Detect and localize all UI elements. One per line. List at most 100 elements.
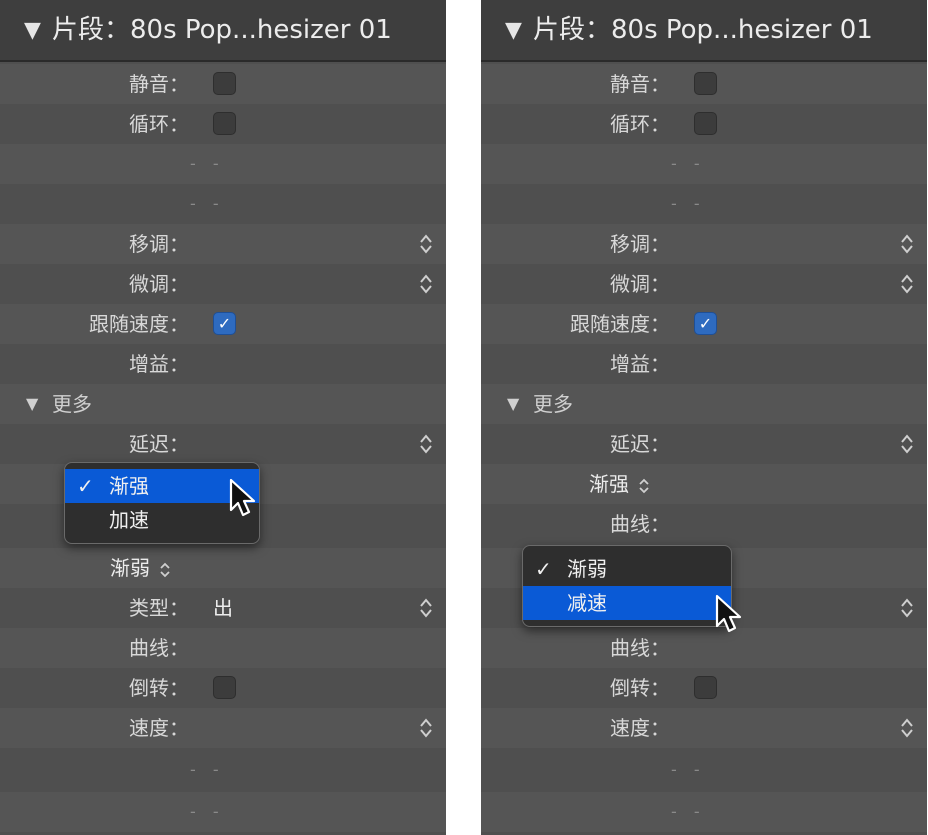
speed-label: 速度：: [610, 716, 670, 740]
menu-item-decelerate[interactable]: 减速: [523, 586, 731, 620]
fine-tune-stepper-icon[interactable]: [416, 272, 436, 296]
transpose-label: 移调：: [129, 232, 189, 256]
row-mute: 静音：: [0, 64, 446, 104]
type-stepper-icon[interactable]: [897, 596, 917, 620]
type-label: 类型：: [129, 596, 189, 620]
fade-in-popup-value: 渐强: [589, 472, 629, 496]
row-empty-2: - -: [0, 184, 446, 224]
row-delay: 延迟：: [0, 424, 446, 464]
row-reverse: 倒转：: [481, 668, 927, 708]
checkmark-icon: ✓: [535, 557, 552, 581]
mute-label: 静音：: [610, 72, 670, 96]
mute-checkbox[interactable]: [694, 72, 717, 95]
row-empty-1: - -: [481, 144, 927, 184]
row-loop: 循环：: [481, 104, 927, 144]
menu-item-label: 渐弱: [567, 557, 607, 581]
row-gain: 增益：: [0, 344, 446, 384]
disclosure-triangle-icon[interactable]: ▼: [24, 16, 41, 46]
transpose-stepper-icon[interactable]: [416, 232, 436, 256]
loop-checkbox[interactable]: [213, 112, 236, 135]
empty-value-dash: - -: [671, 154, 706, 173]
more-disclosure-icon[interactable]: ▼: [507, 384, 519, 424]
fade-in-popup[interactable]: 渐强: [589, 464, 651, 504]
empty-value-dash: - -: [671, 802, 706, 821]
fine-tune-label: 微调：: [610, 272, 670, 296]
region-header[interactable]: ▼ 片段：80s Pop...hesizer 01: [481, 0, 927, 62]
reverse-label: 倒转：: [129, 676, 189, 700]
reverse-checkbox[interactable]: [694, 676, 717, 699]
empty-value-dash: - -: [190, 802, 225, 821]
follow-tempo-checkbox[interactable]: ✓: [213, 312, 236, 335]
empty-value-dash: - -: [671, 760, 706, 779]
row-fade-in: 渐强: [481, 464, 927, 504]
delay-label: 延迟：: [129, 432, 189, 456]
row-fine-tune: 微调：: [0, 264, 446, 304]
inspector-panel-left: ▼ 片段：80s Pop...hesizer 01 静音： 循环： - - - …: [0, 0, 446, 835]
gain-label: 增益：: [129, 352, 189, 376]
row-empty-4: - -: [481, 792, 927, 832]
row-gain: 增益：: [481, 344, 927, 384]
row-empty-4: - -: [0, 792, 446, 832]
reverse-checkbox[interactable]: [213, 676, 236, 699]
reverse-label: 倒转：: [610, 676, 670, 700]
menu-item-fade-out[interactable]: ✓ 渐弱: [523, 552, 731, 586]
fade-out-popup[interactable]: 渐弱: [110, 548, 172, 588]
row-empty-2: - -: [481, 184, 927, 224]
empty-value-dash: - -: [190, 154, 225, 173]
mouse-pointer-icon: [715, 594, 742, 633]
empty-value-dash: - -: [190, 194, 225, 213]
type-value[interactable]: 出: [213, 588, 233, 628]
curve-label: 曲线：: [610, 636, 670, 660]
follow-tempo-label: 跟随速度：: [89, 312, 189, 336]
row-speed: 速度：: [0, 708, 446, 748]
transpose-stepper-icon[interactable]: [897, 232, 917, 256]
menu-item-label: 加速: [109, 508, 149, 532]
row-transpose: 移调：: [481, 224, 927, 264]
loop-label: 循环：: [129, 112, 189, 136]
fade-out-menu: ✓ 渐弱 减速: [522, 545, 732, 627]
transpose-label: 移调：: [610, 232, 670, 256]
more-disclosure-icon[interactable]: ▼: [26, 384, 38, 424]
row-speed: 速度：: [481, 708, 927, 748]
more-section-header[interactable]: ▼ 更多: [481, 384, 927, 424]
region-header[interactable]: ▼ 片段：80s Pop...hesizer 01: [0, 0, 446, 62]
more-section-label: 更多: [533, 392, 573, 416]
row-fade-in-curve: 曲线：: [481, 504, 927, 544]
fine-tune-stepper-icon[interactable]: [897, 272, 917, 296]
delay-label: 延迟：: [610, 432, 670, 456]
row-reverse: 倒转：: [0, 668, 446, 708]
empty-value-dash: - -: [190, 760, 225, 779]
row-mute: 静音：: [481, 64, 927, 104]
fade-out-popup-value: 渐弱: [110, 556, 150, 580]
follow-tempo-label: 跟随速度：: [570, 312, 670, 336]
row-curve: 曲线：: [481, 628, 927, 668]
more-section-header[interactable]: ▼ 更多: [0, 384, 446, 424]
type-stepper-icon[interactable]: [416, 596, 436, 620]
speed-stepper-icon[interactable]: [897, 716, 917, 740]
mute-checkbox[interactable]: [213, 72, 236, 95]
row-follow-tempo: 跟随速度： ✓: [481, 304, 927, 344]
delay-stepper-icon[interactable]: [416, 432, 436, 456]
popup-updown-icon: [639, 478, 649, 493]
menu-item-label: 减速: [567, 591, 607, 615]
row-curve: 曲线：: [0, 628, 446, 668]
popup-updown-icon: [160, 562, 170, 577]
row-empty-3: - -: [481, 750, 927, 790]
speed-label: 速度：: [129, 716, 189, 740]
empty-value-dash: - -: [671, 194, 706, 213]
row-empty-1: - -: [0, 144, 446, 184]
loop-checkbox[interactable]: [694, 112, 717, 135]
delay-stepper-icon[interactable]: [897, 432, 917, 456]
curve-label: 曲线：: [610, 512, 670, 536]
fine-tune-label: 微调：: [129, 272, 189, 296]
row-fine-tune: 微调：: [481, 264, 927, 304]
row-type: 类型： 出: [0, 588, 446, 628]
row-delay: 延迟：: [481, 424, 927, 464]
follow-tempo-checkbox[interactable]: ✓: [694, 312, 717, 335]
region-title: 片段：80s Pop...hesizer 01: [52, 15, 392, 45]
row-empty-3: - -: [0, 750, 446, 790]
disclosure-triangle-icon[interactable]: ▼: [505, 16, 522, 46]
speed-stepper-icon[interactable]: [416, 716, 436, 740]
checkmark-icon: ✓: [77, 474, 94, 498]
menu-item-label: 渐强: [109, 474, 149, 498]
